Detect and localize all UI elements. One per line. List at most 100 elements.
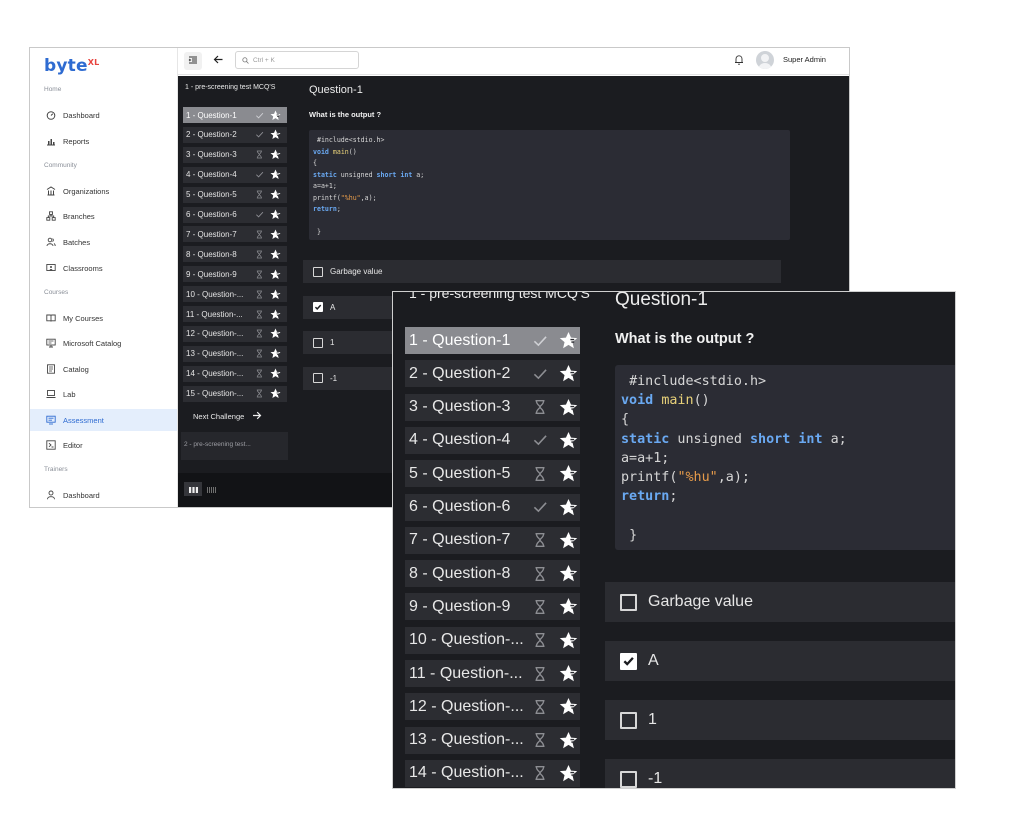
star-flag-icon[interactable] (556, 697, 580, 716)
question-item[interactable]: 5 - Question-5 (183, 186, 287, 203)
question-item[interactable]: 9 - Question-9 (405, 593, 580, 621)
star-flag-icon[interactable] (268, 110, 282, 121)
question-item[interactable]: 3 - Question-3 (183, 146, 287, 163)
star-flag-icon[interactable] (556, 764, 580, 783)
star-flag-icon[interactable] (268, 388, 282, 399)
question-item[interactable]: 2 - Question-2 (183, 126, 287, 143)
user-name[interactable]: Super Admin (783, 55, 826, 64)
star-flag-icon[interactable] (268, 209, 282, 220)
question-item[interactable]: 2 - Question-2 (405, 360, 580, 388)
sidebar-toggle-button[interactable] (184, 52, 202, 70)
option-checkbox[interactable] (620, 593, 637, 611)
star-flag-icon[interactable] (556, 464, 580, 483)
star-flag-icon[interactable] (268, 269, 282, 280)
next-section-item[interactable]: 2 - pre-screening test... (181, 432, 288, 460)
code-line: a=a+1; (313, 181, 790, 193)
sidebar-item-branches[interactable]: Branches (30, 205, 177, 227)
question-item[interactable]: 13 - Question-... (405, 726, 580, 754)
answer-option[interactable]: 1 (605, 700, 955, 740)
star-flag-icon[interactable] (556, 331, 580, 350)
columns-view-button[interactable] (184, 482, 202, 496)
question-item[interactable]: 5 - Question-5 (405, 460, 580, 488)
sidebar-item-editor[interactable]: Editor (30, 434, 177, 456)
code-line: static unsigned short int a; (621, 430, 955, 449)
sidebar-item-reports[interactable]: Reports (30, 130, 177, 152)
question-item[interactable]: 4 - Question-4 (183, 166, 287, 183)
question-item[interactable]: 1 - Question-1 (183, 107, 287, 123)
option-checkbox[interactable] (620, 770, 637, 788)
star-flag-icon[interactable] (556, 531, 580, 550)
sidebar-item-trainer-dashboard[interactable]: Dashboard (30, 484, 177, 506)
question-item[interactable]: 8 - Question-8 (183, 246, 287, 263)
star-flag-icon[interactable] (268, 149, 282, 160)
star-flag-icon[interactable] (268, 249, 282, 260)
question-item[interactable]: 1 - Question-1 (405, 327, 580, 354)
question-item[interactable]: 7 - Question-7 (405, 526, 580, 554)
question-item[interactable]: 10 - Question-... (405, 626, 580, 654)
sidebar-item-assessment[interactable]: Assessment (30, 409, 177, 431)
star-flag-icon[interactable] (268, 129, 282, 140)
question-item[interactable]: 6 - Question-6 (183, 206, 287, 223)
star-flag-icon[interactable] (556, 398, 580, 417)
sidebar-item-catalog[interactable]: Catalog (30, 358, 177, 380)
star-flag-icon[interactable] (268, 169, 282, 180)
question-item[interactable]: 14 - Question-... (405, 759, 580, 787)
star-flag-icon[interactable] (556, 664, 580, 683)
rows-view-button[interactable] (202, 482, 220, 496)
star-flag-icon[interactable] (556, 364, 580, 383)
question-item[interactable]: 9 - Question-9 (183, 266, 287, 283)
option-checkbox[interactable] (313, 266, 323, 277)
star-flag-icon[interactable] (268, 328, 282, 339)
search-box[interactable] (235, 51, 359, 69)
star-flag-icon[interactable] (556, 431, 580, 450)
star-flag-icon[interactable] (556, 631, 580, 650)
sidebar-item-classrooms[interactable]: Classrooms (30, 257, 177, 279)
avatar[interactable] (756, 51, 774, 69)
option-checkbox[interactable] (313, 302, 323, 312)
question-label: 14 - Question-... (409, 764, 524, 782)
star-flag-icon[interactable] (268, 309, 282, 320)
question-item[interactable]: 3 - Question-3 (405, 393, 580, 421)
answer-option[interactable]: Garbage value (605, 582, 955, 622)
option-checkbox[interactable] (313, 373, 323, 383)
question-item[interactable]: 11 - Question-... (183, 306, 287, 322)
star-flag-icon[interactable] (556, 597, 580, 616)
star-flag-icon[interactable] (268, 289, 282, 300)
answer-option[interactable]: Garbage value (303, 260, 781, 283)
sidebar-item-microsoft-catalog[interactable]: Microsoft Catalog (30, 332, 177, 354)
next-challenge-button[interactable]: Next Challenge (193, 411, 262, 422)
answer-option[interactable]: A (605, 641, 955, 681)
star-flag-icon[interactable] (268, 368, 282, 379)
sidebar-item-batches[interactable]: Batches (30, 231, 177, 253)
question-item[interactable]: 7 - Question-7 (183, 226, 287, 243)
question-item[interactable]: 4 - Question-4 (405, 426, 580, 454)
option-checkbox[interactable] (620, 711, 637, 729)
search-input[interactable] (253, 56, 353, 64)
star-flag-icon[interactable] (268, 189, 282, 200)
brand-logo[interactable]: byteXL (44, 56, 99, 76)
question-item[interactable]: 11 - Question-... (405, 660, 580, 687)
question-item[interactable]: 8 - Question-8 (405, 560, 580, 588)
code-token: main (332, 147, 349, 156)
star-flag-icon[interactable] (268, 348, 282, 359)
answer-option[interactable]: -1 (605, 759, 955, 788)
question-item[interactable]: 12 - Question-... (183, 325, 287, 342)
sidebar-item-organizations[interactable]: Organizations (30, 180, 177, 202)
question-item[interactable]: 6 - Question-6 (405, 493, 580, 521)
star-flag-icon[interactable] (556, 564, 580, 583)
question-item[interactable]: 10 - Question-... (183, 286, 287, 303)
back-button[interactable] (209, 52, 227, 70)
option-checkbox[interactable] (313, 337, 323, 348)
question-item[interactable]: 13 - Question-... (183, 345, 287, 362)
star-flag-icon[interactable] (556, 731, 580, 750)
sidebar-item-lab[interactable]: Lab (30, 383, 177, 405)
bell-icon[interactable] (734, 53, 744, 71)
sidebar-item-my-courses[interactable]: My Courses (30, 307, 177, 329)
question-item[interactable]: 12 - Question-... (405, 693, 580, 721)
question-item[interactable]: 14 - Question-... (183, 365, 287, 382)
sidebar-item-dashboard[interactable]: Dashboard (30, 104, 177, 126)
option-checkbox[interactable] (620, 652, 637, 670)
star-flag-icon[interactable] (268, 229, 282, 240)
star-flag-icon[interactable] (556, 498, 580, 517)
question-item[interactable]: 15 - Question-... (183, 385, 287, 402)
